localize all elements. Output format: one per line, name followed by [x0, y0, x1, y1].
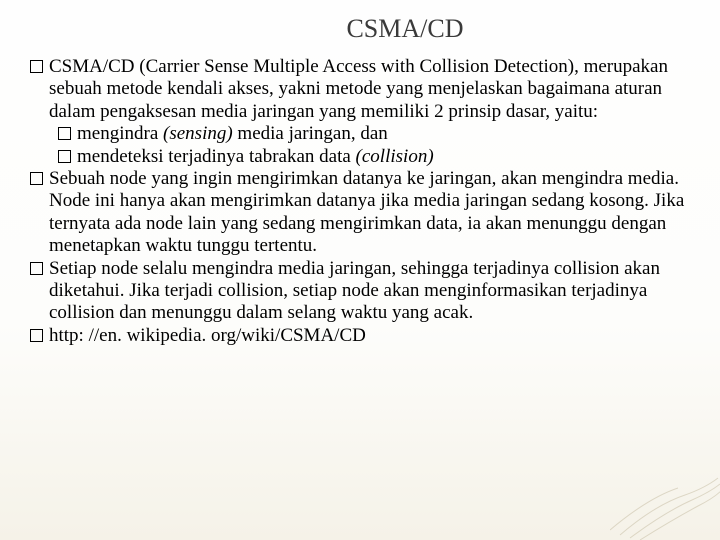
- bullet-marker-icon: [58, 127, 71, 140]
- bullet-item: mengindra (sensing) media jaringan, dan: [30, 123, 690, 145]
- bullet-item: CSMA/CD (Carrier Sense Multiple Access w…: [30, 56, 690, 123]
- reference-link[interactable]: http: //en. wikipedia. org/wiki/CSMA/CD: [49, 325, 366, 346]
- text-segment: (sensing): [163, 123, 233, 144]
- bullet-text: http: //en. wikipedia. org/wiki/CSMA/CD: [49, 325, 690, 347]
- slide-title: CSMA/CD: [30, 14, 690, 44]
- bullet-marker-icon: [30, 262, 43, 275]
- slide-body: CSMA/CD (Carrier Sense Multiple Access w…: [30, 56, 690, 347]
- bullet-text: CSMA/CD (Carrier Sense Multiple Access w…: [49, 56, 690, 123]
- bullet-text: mengindra (sensing) media jaringan, dan: [77, 123, 690, 145]
- text-segment: (collision): [356, 146, 434, 167]
- text-segment: Sebuah node yang ingin mengirimkan datan…: [49, 168, 684, 256]
- slide: CSMA/CD CSMA/CD (Carrier Sense Multiple …: [0, 0, 720, 540]
- text-segment: CSMA/CD (Carrier Sense Multiple Access w…: [49, 56, 668, 122]
- bullet-text: Setiap node selalu mengindra media jarin…: [49, 258, 690, 325]
- bullet-item: Sebuah node yang ingin mengirimkan datan…: [30, 168, 690, 258]
- bullet-text: Sebuah node yang ingin mengirimkan datan…: [49, 168, 690, 258]
- bullet-item: Setiap node selalu mengindra media jarin…: [30, 258, 690, 325]
- bullet-marker-icon: [30, 60, 43, 73]
- bullet-marker-icon: [30, 329, 43, 342]
- text-segment: mengindra: [77, 123, 163, 144]
- bullet-marker-icon: [30, 172, 43, 185]
- text-segment: Setiap node selalu mengindra media jarin…: [49, 258, 660, 324]
- bullet-text: mendeteksi terjadinya tabrakan data (col…: [77, 146, 690, 168]
- bullet-marker-icon: [58, 150, 71, 163]
- text-segment: media jaringan, dan: [233, 123, 388, 144]
- text-segment: mendeteksi terjadinya tabrakan data: [77, 146, 356, 167]
- bullet-item: http: //en. wikipedia. org/wiki/CSMA/CD: [30, 325, 690, 347]
- corner-decoration: [610, 450, 720, 540]
- bullet-item: mendeteksi terjadinya tabrakan data (col…: [30, 146, 690, 168]
